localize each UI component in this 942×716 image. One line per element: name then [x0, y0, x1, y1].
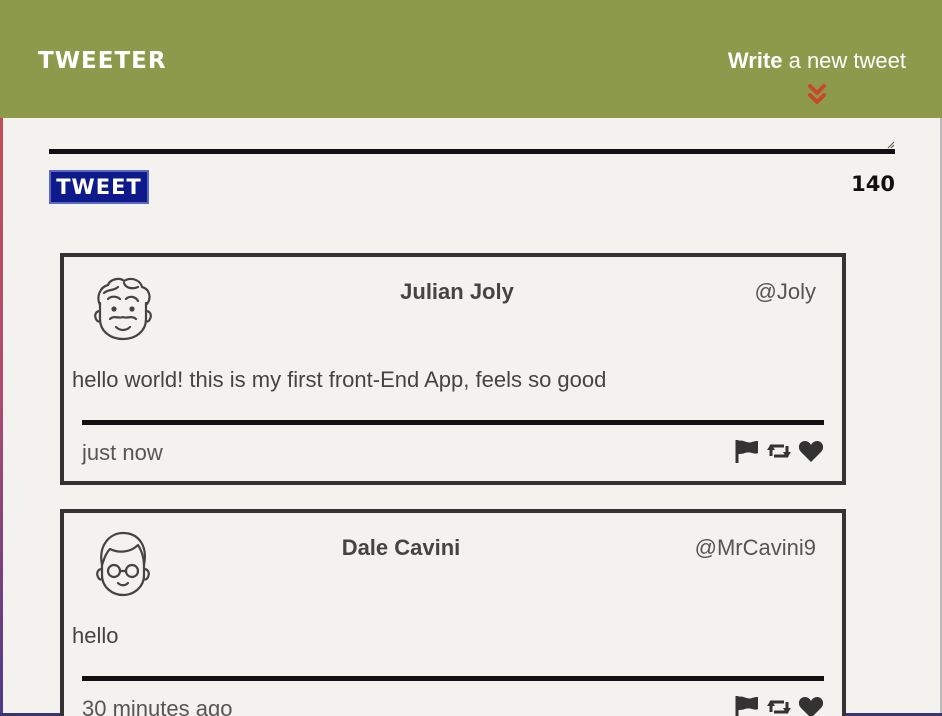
double-chevron-down-icon[interactable]	[808, 84, 826, 106]
tweet-content: hello world! this is my first front-End …	[72, 367, 607, 392]
heart-icon[interactable]	[798, 694, 824, 716]
resize-grip-icon[interactable]	[887, 141, 895, 149]
tweet-button[interactable]: TWEET	[49, 170, 149, 204]
tweet-actions	[734, 438, 824, 464]
compose-toggle[interactable]: Write a new tweet	[728, 48, 906, 74]
retweet-icon[interactable]	[766, 438, 792, 464]
tweet-divider	[82, 676, 824, 681]
compose-toggle-bold: Write	[727, 48, 783, 73]
tweet-author-name: Dale Cavini	[341, 535, 461, 560]
tweet-timestamp: just now	[82, 440, 163, 465]
retweet-icon[interactable]	[766, 694, 792, 716]
tweet-timestamp: 30 minutes ago	[82, 696, 233, 716]
tweet-author-name: Julian Joly	[400, 279, 514, 304]
tweet-card: Julian Joly @Joly hello world! this is m…	[60, 253, 846, 485]
tweet-content: hello	[72, 623, 119, 648]
site-logo: TWEETER	[38, 48, 167, 74]
tweet-author-handle: @MrCavini9	[694, 535, 816, 560]
flag-icon[interactable]	[734, 438, 760, 464]
tweet-actions	[734, 694, 824, 716]
heart-icon[interactable]	[798, 438, 824, 464]
compose-toggle-text: a new tweet	[782, 48, 906, 73]
tweet-textarea[interactable]	[49, 128, 895, 154]
tweet-author-handle: @Joly	[754, 279, 816, 304]
new-tweet-composer: TWEET 140	[49, 128, 895, 204]
flag-icon[interactable]	[734, 694, 760, 716]
tweet-card: Dale Cavini @MrCavini9 hello 30 minutes …	[60, 509, 846, 716]
tweet-divider	[82, 420, 824, 425]
site-header: TWEETER Write a new tweet	[0, 0, 942, 118]
character-counter: 140	[851, 172, 895, 196]
